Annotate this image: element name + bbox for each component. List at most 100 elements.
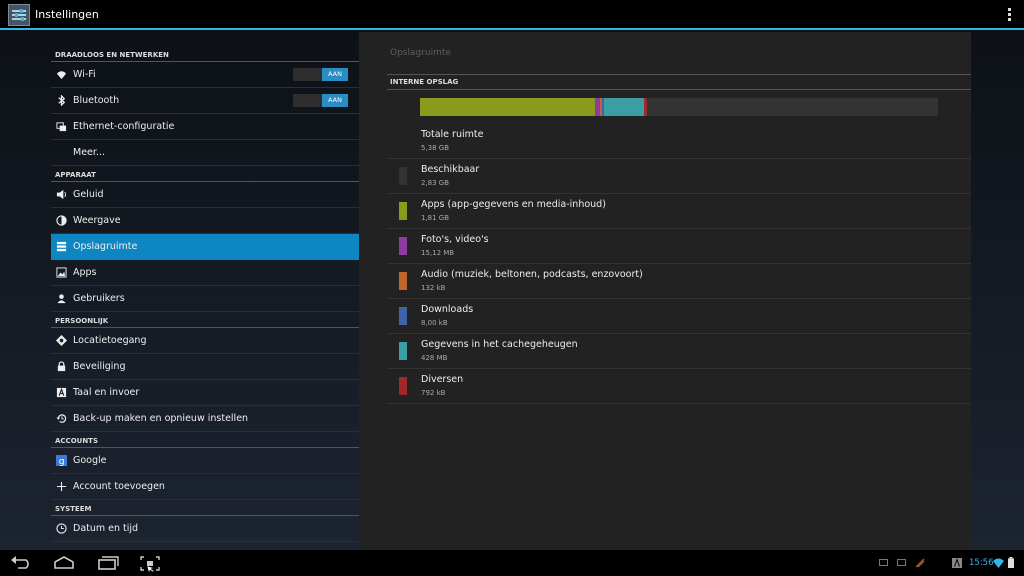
category-wireless: DRAADLOOS EN NETWERKEN <box>51 46 359 62</box>
sidebar-item-add-account[interactable]: Account toevoegen <box>51 474 359 500</box>
sidebar-item-language[interactable]: Taal en invoer <box>51 380 359 406</box>
storage-row-downloads[interactable]: Downloads 8,00 kB <box>387 299 971 334</box>
sidebar-item-ethernet[interactable]: Ethernet-configuratie <box>51 114 359 140</box>
sidebar-item-users[interactable]: Gebruikers <box>51 286 359 312</box>
sidebar-item-sound[interactable]: Geluid <box>51 182 359 208</box>
row-title: Audio (muziek, beltonen, podcasts, enzov… <box>421 269 643 280</box>
storage-row-cache[interactable]: Gegevens in het cachegeheugen 428 MB <box>387 334 971 369</box>
row-value: 5,38 GB <box>421 144 450 152</box>
bar-segment-cache <box>604 98 644 116</box>
sidebar-item-label: Bluetooth <box>73 95 120 106</box>
storage-row-audio[interactable]: Audio (muziek, beltonen, podcasts, enzov… <box>387 264 971 299</box>
storage-row-misc[interactable]: Diversen 792 kB <box>387 369 971 404</box>
usb-debug-icon <box>915 558 925 568</box>
location-icon <box>56 335 67 346</box>
sidebar-item-backup[interactable]: Back-up maken en opnieuw instellen <box>51 406 359 432</box>
sidebar-item-google[interactable]: g Google <box>51 448 359 474</box>
storage-row-photos[interactable]: Foto's, video's 15,12 MB <box>387 229 971 264</box>
category-accounts: ACCOUNTS <box>51 432 359 448</box>
storage-usage-bar <box>420 98 938 116</box>
color-swatch <box>399 167 407 185</box>
sidebar-item-label: Google <box>73 455 107 466</box>
sidebar-item-label: Taal en invoer <box>73 387 140 398</box>
row-value: 2,83 GB <box>421 179 450 187</box>
category-system: SYSTEEM <box>51 500 359 516</box>
sidebar-item-label: Back-up maken en opnieuw instellen <box>73 413 249 424</box>
sidebar-item-label: Beveiliging <box>73 361 126 372</box>
storage-icon <box>56 241 67 252</box>
row-value: 792 kB <box>421 389 446 397</box>
clock-icon <box>56 523 67 534</box>
storage-detail-pane: Opslagruimte INTERNE OPSLAG Totale ruimt… <box>359 32 971 550</box>
screenshot-icon[interactable] <box>138 554 162 574</box>
internal-storage-header: INTERNE OPSLAG <box>387 74 971 90</box>
sidebar-item-label: Datum en tijd <box>73 523 139 534</box>
recent-apps-icon[interactable] <box>96 554 120 572</box>
row-title: Downloads <box>421 304 474 315</box>
language-icon <box>56 387 67 398</box>
restore-icon <box>56 414 67 423</box>
row-title: Apps (app-gegevens en media-inhoud) <box>421 199 606 210</box>
gallery-notification-icon <box>879 559 888 566</box>
sidebar-item-display[interactable]: Weergave <box>51 208 359 234</box>
color-swatch <box>399 342 407 360</box>
sidebar-item-label: Apps <box>73 267 97 278</box>
home-icon[interactable] <box>52 554 76 572</box>
text-input-icon <box>952 558 962 568</box>
app-title: Instellingen <box>35 8 99 21</box>
settings-app-icon[interactable] <box>8 4 30 26</box>
wifi-toggle[interactable]: AAN <box>293 68 348 81</box>
settings-list: DRAADLOOS EN NETWERKEN Wi-Fi AAN Bluetoo… <box>51 46 359 550</box>
row-title: Totale ruimte <box>421 129 484 140</box>
row-value: 428 MB <box>421 354 448 362</box>
sidebar-item-datetime[interactable]: Datum en tijd <box>51 516 359 542</box>
wifi-icon <box>56 71 67 80</box>
overflow-menu-icon[interactable] <box>1006 8 1012 22</box>
sidebar-item-bluetooth[interactable]: Bluetooth AAN <box>51 88 359 114</box>
sidebar-item-storage[interactable]: Opslagruimte <box>51 234 359 260</box>
color-swatch <box>399 307 407 325</box>
category-personal: PERSOONLIJK <box>51 312 359 328</box>
sidebar-item-label: Meer... <box>73 147 105 158</box>
row-title: Gegevens in het cachegeheugen <box>421 339 578 350</box>
apps-icon <box>56 267 67 278</box>
color-swatch <box>399 377 407 395</box>
color-swatch <box>399 237 407 255</box>
color-swatch <box>399 272 407 290</box>
row-title: Diversen <box>421 374 464 385</box>
ethernet-icon <box>56 122 67 132</box>
storage-row-available[interactable]: Beschikbaar 2,83 GB <box>387 159 971 194</box>
pane-title: Opslagruimte <box>390 48 451 58</box>
sidebar-item-label: Account toevoegen <box>73 481 165 492</box>
plus-icon <box>56 481 67 492</box>
speaker-icon <box>56 189 67 200</box>
google-icon: g <box>56 455 67 466</box>
lock-icon <box>57 361 66 372</box>
total-space-row: Totale ruimte 5,38 GB <box>387 124 971 159</box>
category-device: APPARAAT <box>51 166 359 182</box>
row-value: 1,81 GB <box>421 214 450 222</box>
bluetooth-toggle[interactable]: AAN <box>293 94 348 107</box>
sidebar-item-location[interactable]: Locatietoegang <box>51 328 359 354</box>
color-swatch <box>399 202 407 220</box>
sidebar-item-label: Weergave <box>73 215 121 226</box>
sidebar-item-label: Gebruikers <box>73 293 125 304</box>
sidebar-item-apps[interactable]: Apps <box>51 260 359 286</box>
row-title: Beschikbaar <box>421 164 480 175</box>
bar-segment-apps <box>420 98 595 116</box>
brightness-icon <box>56 215 67 226</box>
mail-notification-icon <box>897 559 906 566</box>
sidebar-item-wifi[interactable]: Wi-Fi AAN <box>51 62 359 88</box>
sidebar-item-more[interactable]: Meer... <box>51 140 359 166</box>
back-icon[interactable] <box>10 554 34 572</box>
battery-icon <box>1008 557 1014 568</box>
storage-row-apps[interactable]: Apps (app-gegevens en media-inhoud) 1,81… <box>387 194 971 229</box>
sidebar-item-label: Opslagruimte <box>73 241 138 252</box>
sidebar-item-security[interactable]: Beveiliging <box>51 354 359 380</box>
sidebar-item-label: Geluid <box>73 189 104 200</box>
row-title: Foto's, video's <box>421 234 489 245</box>
bluetooth-icon <box>58 95 66 106</box>
row-value: 8,00 kB <box>421 319 448 327</box>
sidebar-item-label: Wi-Fi <box>73 69 96 80</box>
row-value: 15,12 MB <box>421 249 455 257</box>
